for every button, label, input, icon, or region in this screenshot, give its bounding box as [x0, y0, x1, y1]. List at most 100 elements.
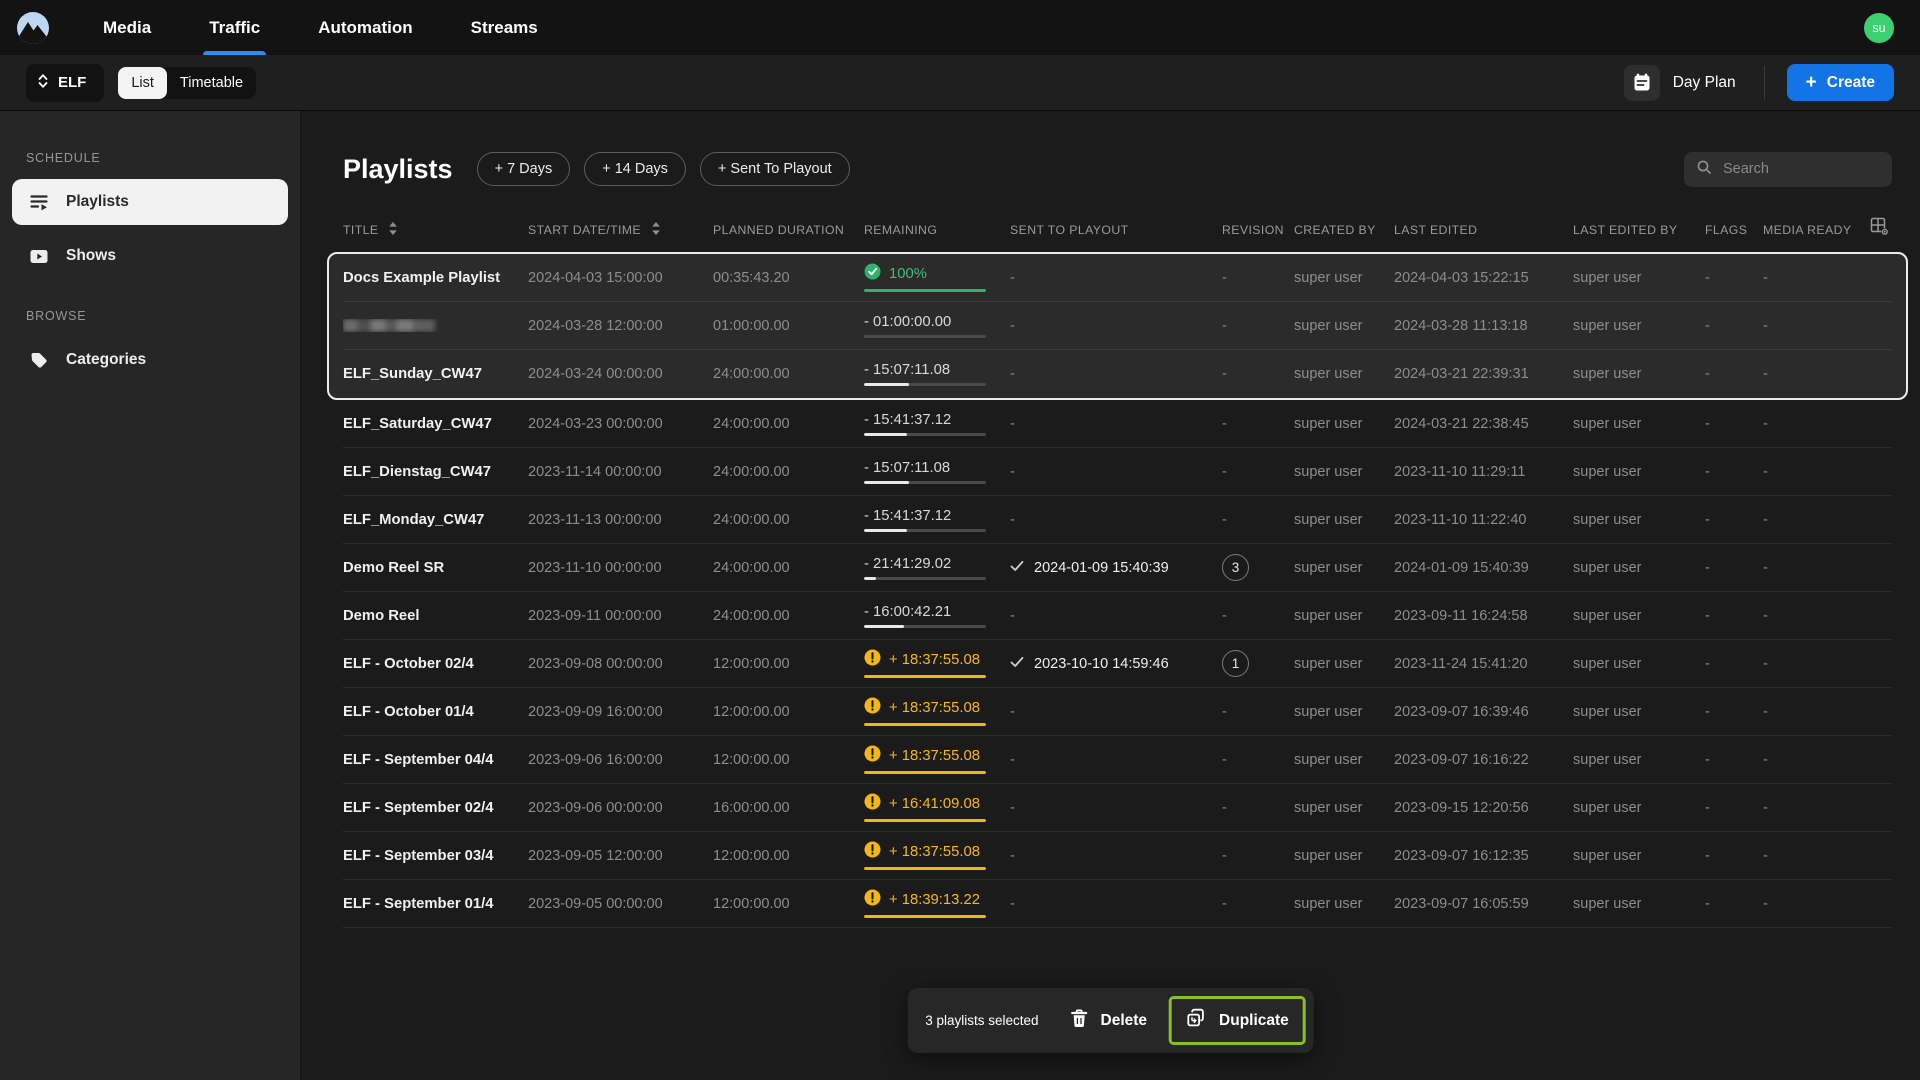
cell-start-datetime: 2024-04-03 15:00:00 [528, 269, 663, 286]
view-toggle-timetable[interactable]: Timetable [167, 67, 256, 99]
cell-remaining: + 18:37:55.08 [864, 697, 986, 726]
cell-media-ready: - [1763, 366, 1768, 382]
cell-created-by: super user [1294, 655, 1363, 672]
delete-button[interactable]: Delete [1057, 1000, 1162, 1042]
create-button[interactable]: + Create [1786, 64, 1894, 101]
remaining-progress-track [864, 723, 986, 726]
cell-title: ELF_Monday_CW47 [343, 511, 485, 528]
table-header-row: TITLE START DATE/TIME PLANNED DURATION REMA… [343, 217, 1892, 252]
column-header-label: REVISION [1222, 223, 1284, 237]
search-input[interactable] [1721, 160, 1880, 178]
duplicate-button[interactable]: Duplicate [1172, 999, 1303, 1042]
search-box[interactable] [1684, 151, 1892, 187]
cell-flags: - [1705, 317, 1710, 334]
cell-start-datetime: 2023-11-13 00:00:00 [528, 511, 662, 528]
remaining-value: + 18:39:13.22 [864, 889, 986, 910]
quick-filter-7-days[interactable]: + 7 Days [476, 152, 571, 186]
table-row[interactable]: ELF_Monday_CW47 2023-11-13 00:00:00 24:00:… [343, 496, 1892, 544]
remaining-progress-fill [864, 624, 905, 628]
cell-remaining: + 18:37:55.08 [864, 745, 986, 774]
table-row[interactable]: ELF_Dienstag_CW47 2023-11-14 00:00:00 24:0… [343, 448, 1892, 496]
cell-last-edited: 2023-09-07 16:12:35 [1394, 847, 1529, 864]
nav-item-automation[interactable]: Automation [289, 0, 441, 55]
channel-selector[interactable]: ELF [26, 63, 105, 102]
table-row[interactable]: ELF_Saturday_CW47 2024-03-23 00:00:00 24:0… [343, 400, 1892, 448]
user-avatar[interactable]: su [1864, 12, 1894, 43]
table-row[interactable]: Demo Reel SR 2023-11-10 00:00:00 24:00:00.… [343, 544, 1892, 592]
cell-last-edited-by: super user [1573, 895, 1642, 912]
table-row[interactable]: Demo Reel 2023-09-11 00:00:00 24:00:00.00 -… [343, 592, 1892, 640]
cell-created-by: super user [1294, 415, 1363, 432]
cell-media-ready: - [1763, 847, 1768, 864]
table-settings-icon[interactable] [1870, 217, 1890, 237]
remaining-progress-fill [864, 480, 910, 484]
sidebar-item-categories[interactable]: Categories [12, 337, 288, 383]
sidebar: SCHEDULE Playlists Shows BROWSE Categories [0, 111, 301, 1080]
cell-last-edited: 2024-03-28 11:13:18 [1394, 317, 1528, 334]
cell-revision: - [1222, 463, 1227, 480]
remaining-progress-track [864, 624, 986, 628]
cell-last-edited: 2024-01-09 15:40:39 [1394, 559, 1529, 576]
cell-sent-to-playout: - [1010, 847, 1015, 864]
table-row[interactable]: ELF - September 01/4 2023-09-05 00:00:00 1… [343, 880, 1892, 928]
cell-created-by: super user [1294, 847, 1363, 864]
remaining-text: + 18:37:55.08 [889, 699, 980, 716]
cell-last-edited: 2023-11-24 15:41:20 [1394, 655, 1528, 672]
cell-title: ELF_Dienstag_CW47 [343, 463, 492, 480]
brand-logo-icon[interactable] [16, 11, 50, 45]
remaining-text: - 15:07:11.08 [864, 362, 951, 378]
sidebar-item-shows[interactable]: Shows [12, 233, 288, 279]
cell-start-datetime: 2024-03-28 12:00:00 [528, 317, 663, 334]
cell-last-edited: 2023-09-15 12:20:56 [1394, 799, 1529, 816]
playlist-icon [29, 192, 49, 212]
cell-flags: - [1705, 366, 1710, 382]
cell-media-ready: - [1763, 703, 1768, 720]
nav-item-traffic[interactable]: Traffic [180, 0, 289, 55]
cell-remaining: + 18:37:55.08 [864, 841, 986, 870]
cell-title: ELF - October 02/4 [343, 655, 474, 672]
column-header-revision: REVISION [1222, 223, 1294, 237]
warning-icon [864, 793, 881, 814]
table-row[interactable]: ELF - September 03/4 2023-09-05 12:00:00 1… [343, 832, 1892, 880]
table-row[interactable]: ELF - September 04/4 2023-09-06 16:00:00 1… [343, 736, 1892, 784]
table-row[interactable]: ELF - October 01/4 2023-09-09 16:00:00 12:… [343, 688, 1892, 736]
cell-revision: 3 [1222, 554, 1294, 581]
cell-title: ELF - September 01/4 [343, 895, 494, 912]
table-row[interactable]: ELF_Sunday_CW47 2024-03-24 00:00:00 24:00:… [343, 350, 1892, 398]
cell-media-ready: - [1763, 511, 1768, 528]
nav-item-media[interactable]: Media [74, 0, 180, 55]
cell-last-edited-by: super user [1573, 559, 1642, 576]
cell-last-edited: 2023-09-07 16:16:22 [1394, 751, 1529, 768]
table-row[interactable]: Docs Example Playlist 2024-04-03 15:00:00… [343, 254, 1892, 302]
quick-filter-14-days[interactable]: + 14 Days [584, 152, 686, 186]
cell-last-edited-by: super user [1573, 799, 1642, 816]
nav-item-streams[interactable]: Streams [442, 0, 567, 55]
playlists-table: TITLE START DATE/TIME PLANNED DURATION REMA… [327, 217, 1908, 928]
cell-flags: - [1705, 415, 1710, 432]
body-row: SCHEDULE Playlists Shows BROWSE Categories P… [0, 111, 1920, 1080]
day-plan-button[interactable]: Day Plan [1618, 64, 1742, 102]
cell-revision: - [1222, 895, 1227, 912]
selection-count-label: 3 playlists selected [925, 1013, 1039, 1028]
column-header-start-date-time[interactable]: START DATE/TIME [528, 221, 713, 239]
revision-badge: 1 [1222, 650, 1249, 677]
view-toggle-list[interactable]: List [118, 66, 167, 99]
column-header-title[interactable]: TITLE [343, 221, 528, 239]
table-row[interactable]: ELF - September 02/4 2023-09-06 00:00:00 1… [343, 784, 1892, 832]
table-row[interactable]: ELF - October 02/4 2023-09-08 00:00:00 12:… [343, 640, 1892, 688]
column-header-last-edited-by: LAST EDITED BY [1573, 223, 1705, 237]
main-header: Playlists + 7 Days + 14 Days + Sent To Pla… [343, 147, 1892, 191]
cell-planned-duration: 24:00:00.00 [713, 559, 790, 576]
cell-revision: - [1222, 751, 1227, 768]
quick-filter-sent-to-playout[interactable]: + Sent To Playout [699, 152, 850, 186]
delete-label: Delete [1100, 1011, 1148, 1029]
column-header-flags: FLAGS [1705, 223, 1763, 237]
active-tab-underline [203, 51, 267, 55]
shows-icon [29, 246, 49, 266]
sort-icon[interactable] [388, 221, 398, 239]
sort-icon[interactable] [651, 221, 661, 239]
cell-created-by: super user [1294, 317, 1363, 334]
selected-rows-group: Docs Example Playlist 2024-04-03 15:00:00… [327, 252, 1908, 400]
sidebar-item-playlists[interactable]: Playlists [12, 179, 288, 225]
table-row[interactable]: 2024-03-28 12:00:00 01:00:00.00 - 01:00:00… [343, 302, 1892, 350]
